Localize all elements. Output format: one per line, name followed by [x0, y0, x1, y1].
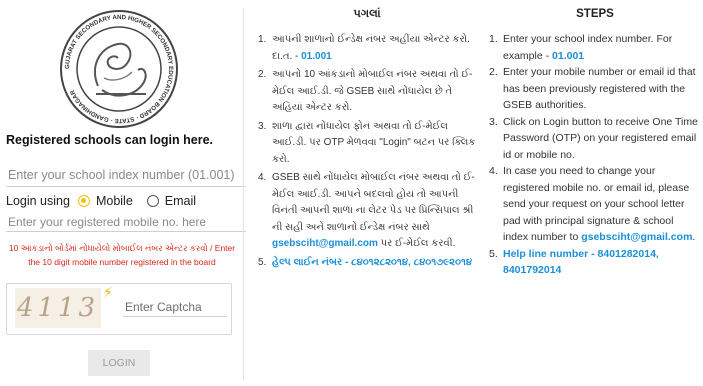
divider [243, 8, 244, 380]
login-title: Registered schools can login here. [6, 133, 214, 147]
email-link[interactable]: gsebsciht@gmail.com [581, 231, 692, 243]
english-step: 1. Enter your school index number. For ex… [489, 33, 673, 62]
email-link[interactable]: gsebsciht@gmail.com [272, 238, 378, 249]
radio-email-label: Email [164, 194, 197, 208]
login-using-label: Login using [6, 194, 70, 208]
captcha-box: 4113 ⚡ [6, 283, 232, 335]
english-step: 5. Help line number - 8401282014, 8401792… [489, 247, 659, 277]
radio-mobile-circle[interactable] [77, 195, 90, 207]
refresh-captcha-icon[interactable]: ⚡ [103, 284, 113, 301]
gujarati-steps: પગલાં 1. આપની શાળાનો ઈન્ડેક્ષ નંબર અહીંયા… [258, 8, 476, 273]
login-panel: GUJARAT SECONDARY AND HIGHER SECONDARY E… [0, 0, 246, 386]
english-step: 3. Click on Login button to receive One T… [489, 115, 698, 161]
mobile-number-input[interactable] [6, 213, 246, 232]
english-heading: STEPS [576, 8, 614, 20]
english-steps: STEPS 1. Enter your school index number. … [489, 8, 701, 279]
gujarati-step: 2. આપનો 10 આંકડાનો મોબાઈલ નંબર અથવા તો ઈ-… [258, 69, 473, 113]
login-method-group: Login using Mobile Email [6, 194, 196, 208]
mobile-hint-text: 10 આંકડાનો બોર્ડમાં નોંધાયેલો મોબાઈલ નંબ… [8, 243, 236, 267]
gujarati-step: 3. શાળા દ્વારા નોંધાયેલ ફોન અથવા તો ઈ-મેઈ… [258, 120, 476, 165]
school-index-input[interactable] [6, 164, 246, 187]
login-button[interactable]: LOGIN [88, 350, 150, 376]
radio-email-circle[interactable] [146, 195, 159, 207]
radio-mobile-label: Mobile [95, 194, 133, 208]
english-step: 2. Enter your mobile number or email id t… [489, 66, 696, 111]
captcha-input[interactable] [123, 298, 227, 317]
english-step: 4. In case you need to change your regist… [489, 165, 696, 243]
gujarati-step: 1. આપની શાળાનો ઈન્ડેક્ષ નંબર અહીંયા એન્ટર… [258, 34, 470, 62]
radio-email[interactable]: Email [146, 194, 197, 208]
gseb-logo: GUJARAT SECONDARY AND HIGHER SECONDARY E… [60, 10, 178, 128]
captcha-image: 4113 [15, 288, 101, 328]
radio-mobile[interactable]: Mobile [77, 194, 133, 208]
gujarati-step: 5. હેલ્પ લાઈન નંબર - ૮૪૦૧૨૮૨૦૧૪, ૮૪૦૧૭૯૨૦… [258, 256, 473, 268]
gujarati-step: 4. GSEB સાથે નોંધાયેલ મોબાઈલ નંબર અથવા તો… [258, 172, 475, 249]
gujarati-heading: પગલાં [353, 8, 381, 20]
